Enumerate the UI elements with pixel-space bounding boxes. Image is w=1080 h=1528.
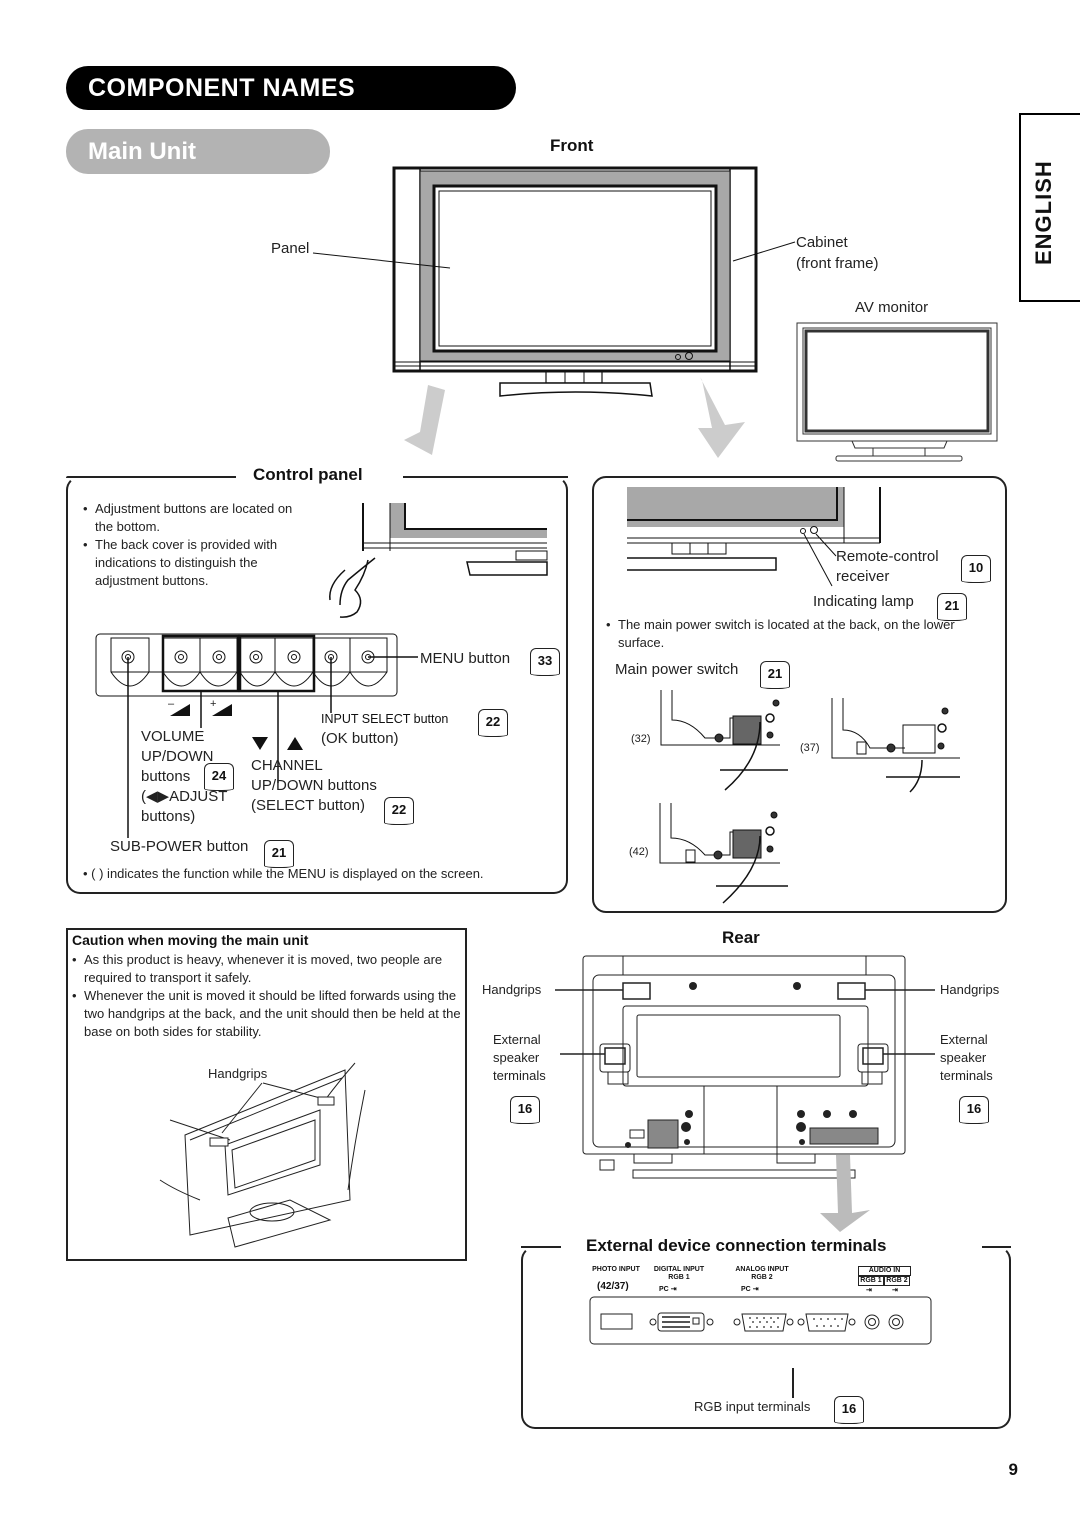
terminal-panel-illustration (589, 1296, 932, 1398)
rgb-input-terminals-label: RGB input terminals (694, 1399, 811, 1414)
vga-port-1 (741, 1313, 787, 1332)
audio-jack-rgb1 (864, 1314, 880, 1330)
page-ref-icon: 16 (834, 1396, 864, 1424)
audio-jack-rgb2 (888, 1314, 904, 1330)
photo-input-port (600, 1313, 633, 1330)
vga-port-2 (805, 1313, 849, 1332)
page-number: 9 (1008, 1460, 1018, 1479)
